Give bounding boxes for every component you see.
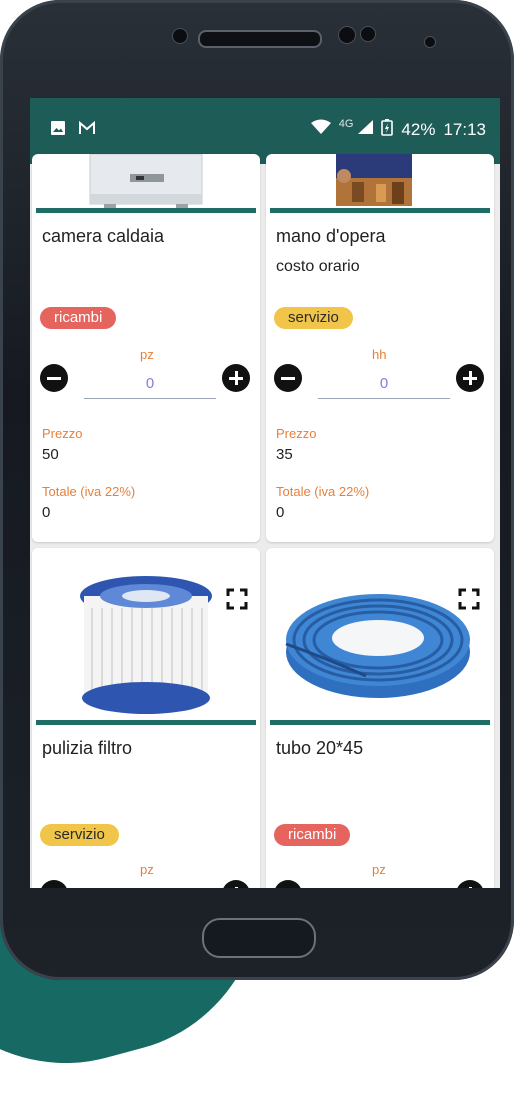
product-image-boiler bbox=[32, 154, 260, 212]
product-card[interactable]: camera caldaia ricambi pz Prezzo 50 Tota… bbox=[32, 154, 260, 542]
quantity-input[interactable] bbox=[318, 368, 450, 399]
decrease-quantity-button[interactable] bbox=[274, 880, 302, 888]
product-card[interactable]: tubo 20*45 ricambi pz bbox=[266, 548, 494, 888]
wifi-icon bbox=[310, 119, 331, 140]
product-title: camera caldaia bbox=[42, 226, 165, 246]
home-button[interactable] bbox=[202, 918, 316, 958]
phone-frame: 4G 42% 17:13 camera caldaia ricambi pz 0… bbox=[0, 0, 514, 980]
quantity-unit: pz bbox=[140, 347, 154, 362]
decrease-quantity-button[interactable] bbox=[274, 364, 302, 392]
product-image-worker bbox=[266, 154, 494, 212]
total-label: Totale (iva 22%) bbox=[42, 484, 136, 499]
quantity-input[interactable] bbox=[84, 368, 216, 399]
card-divider bbox=[36, 720, 256, 725]
increase-quantity-button[interactable] bbox=[456, 880, 484, 888]
card-divider bbox=[270, 208, 490, 213]
increase-quantity-button[interactable] bbox=[222, 880, 250, 888]
expand-icon[interactable] bbox=[458, 588, 480, 610]
total-value: 0 bbox=[42, 504, 51, 521]
category-tag: ricambi bbox=[40, 307, 117, 329]
product-image-filter bbox=[32, 548, 260, 724]
category-tag: servizio bbox=[40, 824, 119, 846]
increase-quantity-button[interactable] bbox=[456, 364, 484, 392]
decrease-quantity-button[interactable] bbox=[40, 880, 68, 888]
price-label: Prezzo bbox=[42, 426, 83, 441]
image-icon bbox=[50, 120, 66, 141]
increase-quantity-button[interactable] bbox=[222, 364, 250, 392]
sensor-dot bbox=[360, 26, 376, 42]
card-divider bbox=[36, 208, 256, 213]
quantity-unit: pz bbox=[140, 862, 154, 877]
network-type: 4G bbox=[338, 117, 354, 130]
signal-icon bbox=[357, 119, 374, 140]
total-label: Totale (iva 22%) bbox=[276, 484, 370, 499]
price-value: 50 bbox=[42, 446, 59, 463]
price-label: Prezzo bbox=[276, 426, 317, 441]
product-card[interactable]: mano d'opera costo orario servizio hh Pr… bbox=[266, 154, 494, 542]
product-title: tubo 20*45 bbox=[276, 738, 364, 758]
app-screen: 4G 42% 17:13 camera caldaia ricambi pz 0… bbox=[30, 98, 500, 888]
product-image-hose bbox=[266, 548, 494, 724]
category-tag: ricambi bbox=[274, 824, 351, 846]
card-divider bbox=[270, 720, 490, 725]
gmail-icon bbox=[78, 120, 96, 140]
category-tag: servizio bbox=[274, 307, 353, 329]
decrease-quantity-button[interactable] bbox=[40, 364, 68, 392]
product-card[interactable]: pulizia filtro servizio pz bbox=[32, 548, 260, 888]
product-title: mano d'opera bbox=[276, 226, 386, 246]
total-value: 0 bbox=[276, 504, 285, 521]
clock: 17:13 bbox=[443, 119, 486, 139]
quantity-unit: pz bbox=[372, 862, 386, 877]
proximity-sensor bbox=[172, 28, 188, 44]
product-title: pulizia filtro bbox=[42, 738, 133, 758]
light-sensor bbox=[338, 26, 356, 44]
product-subtitle: costo orario bbox=[276, 258, 360, 275]
price-value: 35 bbox=[276, 446, 293, 463]
expand-icon[interactable] bbox=[226, 588, 248, 610]
battery-icon bbox=[381, 118, 394, 141]
front-camera bbox=[424, 36, 436, 48]
battery-level: 42% bbox=[401, 119, 436, 139]
quantity-unit: hh bbox=[372, 347, 387, 362]
earpiece-speaker bbox=[198, 30, 322, 48]
